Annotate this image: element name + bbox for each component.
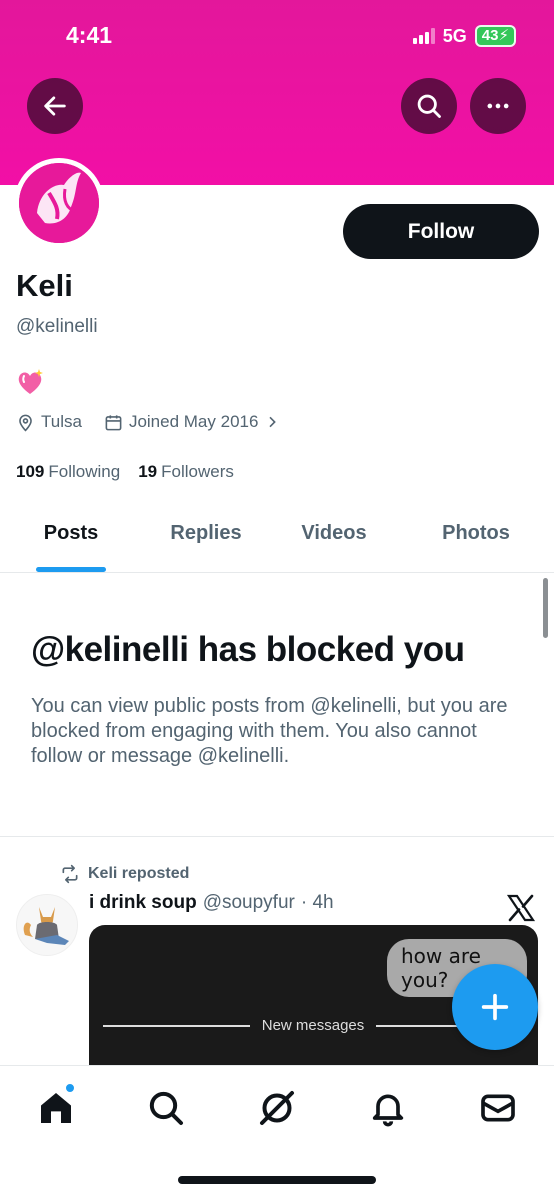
plus-icon [481, 993, 509, 1021]
search-icon [417, 94, 441, 118]
profile-location: Tulsa [16, 412, 82, 432]
post-header: i drink soup @soupyfur · 4h [89, 892, 334, 914]
followers-link[interactable]: 19 Followers [138, 462, 234, 482]
follow-button[interactable]: Follow [343, 204, 539, 259]
tab-photos[interactable]: Photos [430, 522, 522, 545]
tab-videos[interactable]: Videos [290, 522, 378, 545]
location-pin-icon [19, 414, 32, 432]
post-author-handle[interactable]: @soupyfur [203, 892, 295, 914]
profile-meta: Tulsa Joined May 2016 [16, 412, 302, 432]
bell-icon[interactable] [368, 1088, 408, 1128]
status-indicators: 5G 43⚡ [412, 25, 516, 47]
home-icon[interactable] [36, 1088, 76, 1128]
more-button[interactable] [470, 78, 526, 134]
signal-icon [412, 28, 435, 44]
network-label: 5G [442, 25, 467, 46]
profile-joined[interactable]: Joined May 2016 [104, 412, 280, 432]
post-author-name[interactable]: i drink soup [89, 892, 197, 914]
tab-replies[interactable]: Replies [160, 522, 252, 545]
scrollbar[interactable] [543, 578, 548, 638]
chevron-right-icon [269, 416, 277, 428]
blocked-title: @kelinelli has blocked you [31, 630, 465, 669]
profile-display-name: Keli [16, 268, 73, 303]
retweet-icon [62, 864, 78, 884]
post-time: · 4h [300, 892, 334, 913]
profile-tabs: Posts Replies Videos Photos [0, 505, 554, 573]
status-time: 4:41 [66, 22, 113, 48]
x-logo-icon [506, 894, 536, 922]
profile-avatar[interactable] [14, 158, 104, 248]
sparkling-heart-icon [18, 369, 43, 394]
divider [0, 836, 554, 837]
envelope-icon[interactable] [478, 1088, 518, 1128]
post-author-avatar[interactable] [16, 894, 78, 956]
battery-indicator: 43⚡ [474, 25, 516, 47]
blocked-message: You can view public posts from @kelinell… [31, 695, 508, 767]
search-button[interactable] [401, 78, 457, 134]
compose-button[interactable] [452, 964, 538, 1050]
avatar-image [19, 163, 99, 243]
repost-indicator: Keli reposted [60, 864, 189, 884]
grok-icon[interactable] [257, 1088, 297, 1128]
search-icon[interactable] [146, 1088, 186, 1128]
following-link[interactable]: 109 Following [16, 462, 120, 482]
avatar-image [17, 895, 77, 955]
more-icon [487, 103, 509, 109]
back-button[interactable] [27, 78, 83, 134]
calendar-icon [105, 414, 122, 430]
profile-handle: @kelinelli [16, 316, 98, 337]
home-notification-dot [64, 1082, 76, 1094]
tab-posts[interactable]: Posts [36, 522, 106, 545]
active-tab-indicator [36, 567, 106, 572]
profile-counts: 109 Following 19 Followers [16, 462, 252, 482]
home-indicator[interactable] [178, 1176, 376, 1184]
bottom-navigation [0, 1065, 554, 1199]
arrow-left-icon [44, 96, 66, 116]
